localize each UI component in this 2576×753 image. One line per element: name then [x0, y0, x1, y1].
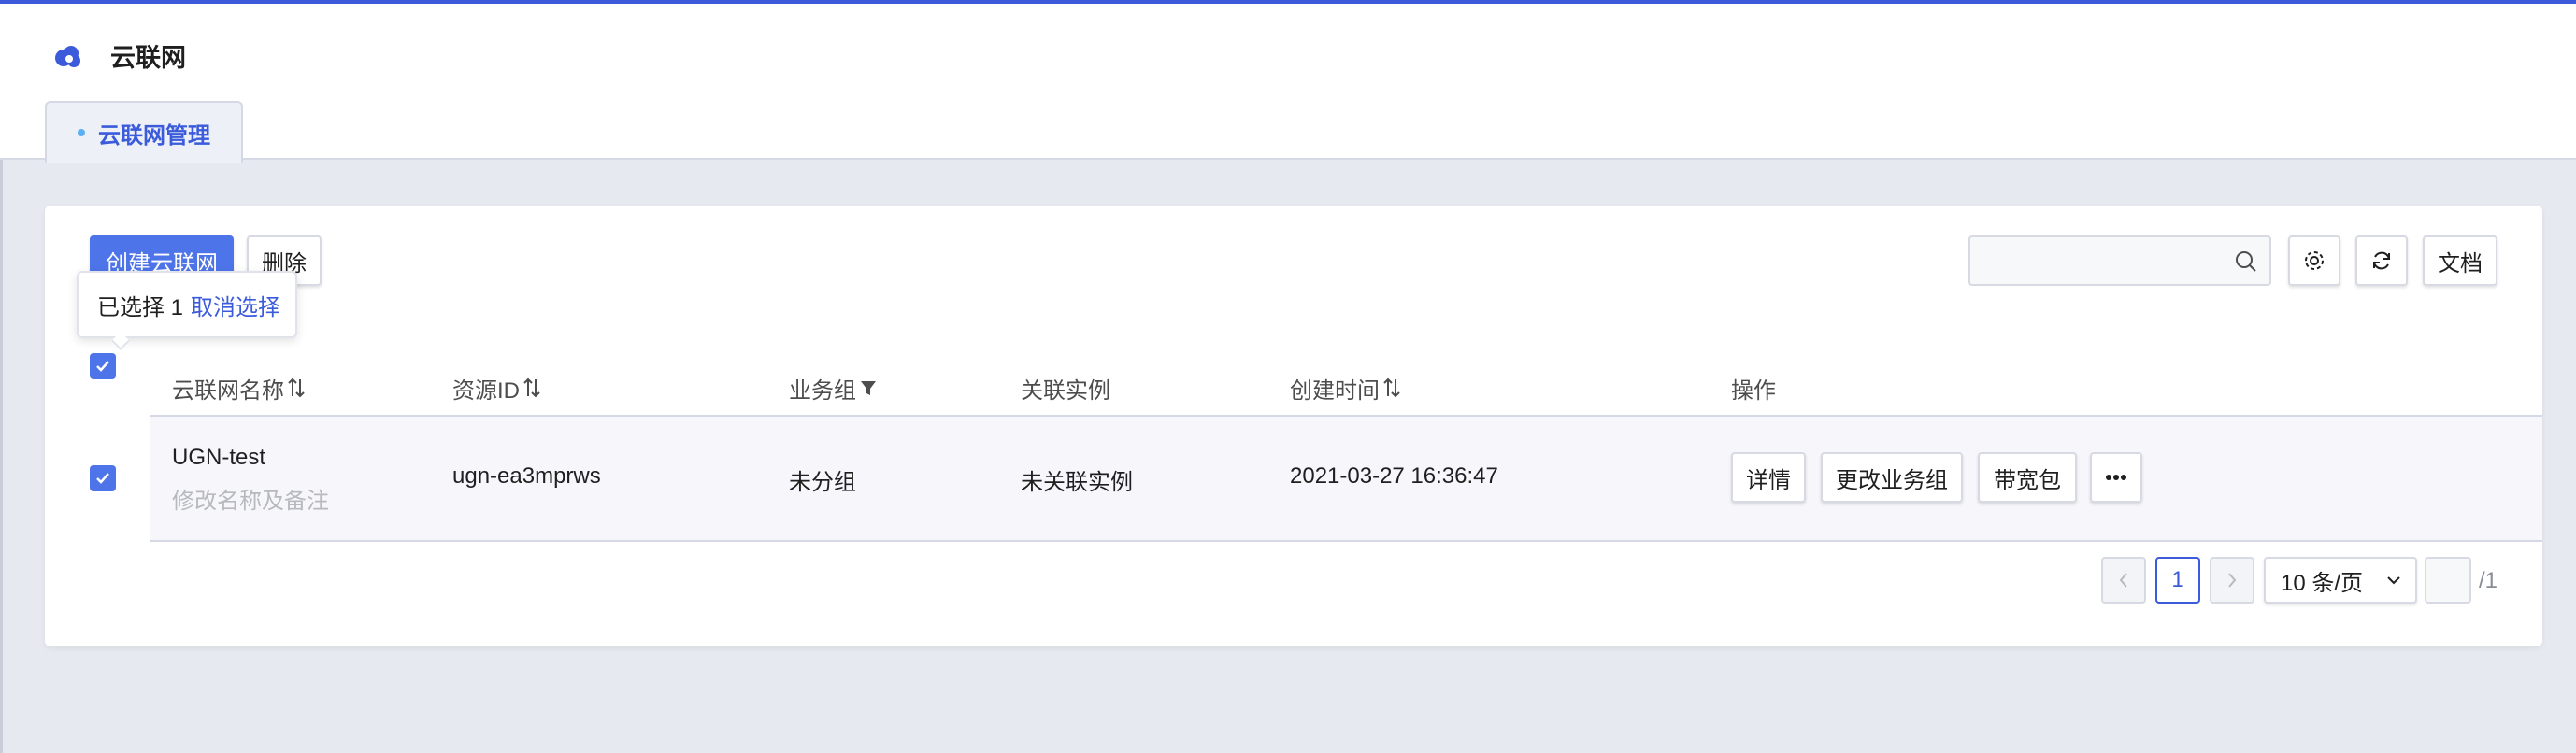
tab-ugn-management[interactable]: 云联网管理: [45, 101, 243, 163]
filter-icon: [861, 381, 876, 395]
created-time: 2021-03-27 16:36:47: [1290, 463, 1498, 489]
page-jump-input[interactable]: [2425, 557, 2471, 604]
column-header-name-label: 云联网名称: [172, 377, 284, 404]
associated-instances: 未关联实例: [1021, 470, 1133, 495]
column-header-group-label: 业务组: [789, 377, 856, 404]
page-header: 云联网 云联网管理: [0, 4, 2576, 163]
app-title: 云联网: [110, 44, 186, 72]
next-page-button[interactable]: [2210, 557, 2254, 604]
column-header-resource-id-label: 资源ID: [452, 377, 520, 404]
sort-icon: [288, 377, 305, 398]
selection-tooltip: 已选择 1 取消选择: [77, 271, 297, 338]
search-icon[interactable]: [2234, 249, 2258, 274]
selected-count-text: 已选择 1: [97, 294, 184, 320]
chevron-left-icon: [2119, 573, 2127, 588]
gear-icon: [2305, 251, 2324, 270]
more-dots-icon: [2106, 475, 2126, 480]
more-actions-button[interactable]: [2090, 452, 2142, 503]
change-group-button[interactable]: 更改业务组: [1821, 452, 1963, 503]
details-button[interactable]: 详情: [1731, 452, 1806, 503]
search-box: [1968, 235, 2271, 286]
chevron-down-icon: [2387, 576, 2400, 585]
resource-id: ugn-ea3mprws: [452, 463, 601, 489]
chevron-right-icon: [2228, 573, 2237, 588]
refresh-icon: [2373, 251, 2390, 270]
ugn-list-card: 创建云联网 删除 文档 已选择 1 取消选择 云联网名称 资源ID 业务组 关联…: [45, 206, 2542, 646]
page-size-value: 10 条/页: [2281, 570, 2364, 596]
row-divider: [150, 540, 2542, 542]
bandwidth-package-button[interactable]: 带宽包: [1978, 452, 2077, 503]
check-icon: [96, 473, 109, 484]
refresh-button[interactable]: [2355, 235, 2408, 286]
cancel-selection-link[interactable]: 取消选择: [191, 289, 280, 321]
prev-page-button[interactable]: [2101, 557, 2146, 604]
business-group: 未分组: [789, 470, 856, 495]
cloud-logo-icon: [55, 46, 80, 67]
tab-label: 云联网管理: [98, 122, 210, 149]
page-number-current[interactable]: 1: [2155, 557, 2200, 604]
page-total: /1: [2479, 568, 2498, 593]
edit-name-remark-link[interactable]: 修改名称及备注: [172, 482, 329, 515]
settings-button[interactable]: [2288, 235, 2340, 286]
sort-icon: [523, 377, 540, 398]
column-header-created-label: 创建时间: [1290, 377, 1380, 404]
docs-button[interactable]: 文档: [2423, 235, 2497, 286]
select-all-checkbox[interactable]: [90, 353, 116, 379]
left-edge-bar: [0, 160, 3, 753]
ugn-name: UGN-test: [172, 445, 266, 470]
check-icon: [96, 361, 109, 372]
row-checkbox[interactable]: [90, 465, 116, 491]
search-input[interactable]: [1970, 237, 2269, 284]
tab-active-dot: [78, 129, 85, 136]
page-size-select[interactable]: 10 条/页: [2264, 557, 2417, 604]
sort-icon: [1383, 377, 1400, 398]
